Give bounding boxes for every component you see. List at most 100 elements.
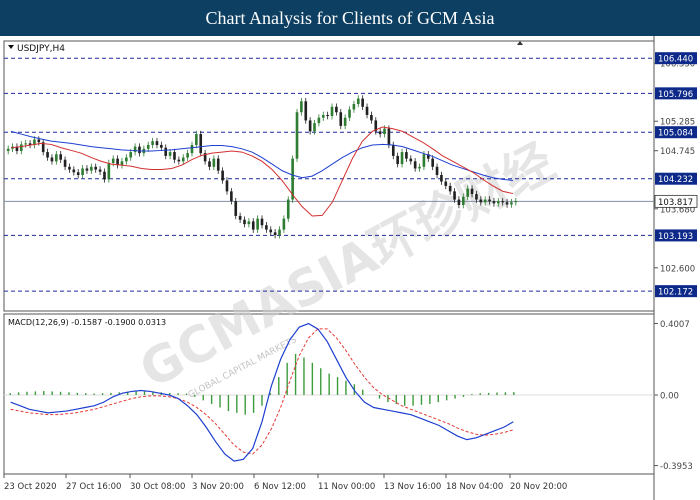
candle-body	[492, 201, 496, 204]
candle-body	[260, 218, 264, 226]
candle-body	[251, 221, 255, 230]
candle-body	[418, 166, 421, 169]
candle-body	[422, 154, 426, 167]
candle-body	[501, 201, 504, 203]
candle-body	[173, 152, 176, 160]
candle-body	[247, 221, 251, 225]
candle-body	[46, 152, 49, 158]
candle-body	[409, 158, 413, 162]
candle-body	[103, 171, 106, 180]
candle-body	[352, 104, 356, 110]
candle-body	[81, 168, 84, 175]
level-label: 102.172	[658, 288, 693, 298]
price-panel-title: USDJPY,H4	[17, 44, 65, 54]
candle-body	[313, 123, 316, 132]
candle-body	[6, 148, 10, 151]
macd-panel-title: MACD(12,26,9) -0.1587 -0.1900 0.0313	[8, 318, 166, 327]
candle-body	[190, 144, 194, 154]
usdjpy-chart: GCMASIA环珍财经 GLOBAL CAPITAL MARKETS 106.3…	[3, 36, 698, 500]
level-label: 105.796	[658, 90, 693, 100]
candle-body	[391, 144, 395, 156]
time-tick-label: 27 Oct 16:00	[66, 482, 121, 492]
candle-body	[98, 169, 102, 172]
candle-body	[138, 146, 141, 154]
candle-body	[216, 158, 220, 171]
candle-body	[94, 166, 98, 170]
candle-body	[195, 134, 198, 145]
macd-tick-label: -0.3953	[660, 462, 693, 472]
candle-body	[129, 152, 133, 158]
macd-tick-label: 0.4007	[660, 320, 690, 330]
candle-body	[212, 158, 216, 167]
candle-body	[63, 159, 67, 167]
candle-body	[55, 154, 58, 162]
time-tick-label: 3 Nov 20:00	[192, 482, 244, 492]
candle-body	[444, 181, 448, 186]
candle-body	[155, 141, 159, 145]
candle-body	[466, 188, 469, 197]
candle-body	[308, 120, 312, 132]
candle-body	[378, 131, 382, 135]
candle-body	[365, 106, 369, 115]
page-title: Chart Analysis for Clients of GCM Asia	[0, 0, 700, 36]
current-price-label: 103.817	[658, 198, 693, 208]
candle-body	[383, 128, 386, 135]
candle-body	[370, 114, 373, 121]
candle-body	[356, 98, 360, 105]
candle-body	[295, 112, 299, 159]
time-tick-label: 13 Nov 16:00	[384, 482, 441, 492]
candle-body	[85, 168, 89, 171]
candle-body	[413, 161, 417, 169]
candle-body	[68, 166, 71, 170]
candle-body	[168, 152, 172, 156]
candle-body	[72, 169, 76, 173]
candle-body	[164, 147, 168, 156]
candle-body	[125, 157, 128, 162]
candle-body	[50, 157, 54, 162]
candle-body	[111, 158, 115, 163]
candle-body	[400, 152, 404, 165]
candle-body	[453, 191, 456, 200]
candle-body	[146, 144, 150, 149]
candle-body	[457, 199, 461, 206]
candle-body	[431, 158, 434, 167]
candle-body	[496, 201, 500, 204]
candle-body	[278, 229, 281, 236]
time-tick-label: 18 Nov 04:00	[446, 482, 503, 492]
candle-body	[348, 109, 351, 118]
candle-body	[435, 166, 439, 175]
candle-body	[361, 98, 364, 107]
candle-body	[479, 199, 483, 203]
level-price-labels: 106.440 105.796 105.084 104.232 103.193 102.1…	[654, 52, 698, 298]
candle-body	[107, 162, 111, 180]
candle-body	[304, 101, 308, 121]
candle-body	[177, 159, 181, 162]
level-label: 106.440	[658, 55, 693, 65]
candle-body	[151, 141, 154, 145]
candle-body	[59, 154, 63, 160]
candle-body	[256, 218, 259, 230]
candle-body	[230, 191, 233, 202]
candle-body	[461, 196, 465, 206]
level-label: 103.193	[658, 232, 693, 242]
candle-body	[339, 112, 343, 126]
candle-body	[405, 152, 408, 159]
time-tick-label: 30 Oct 08:00	[130, 482, 185, 492]
candle-body	[273, 232, 277, 236]
candle-body	[286, 199, 290, 219]
level-label: 105.084	[658, 129, 693, 139]
candle-body	[396, 155, 399, 165]
candle-body	[24, 143, 28, 145]
candle-body	[330, 106, 334, 117]
time-tick-label: 23 Oct 2020	[4, 482, 57, 492]
candle-body	[120, 161, 124, 166]
price-tick-label: 102.600	[660, 264, 695, 274]
candle-body	[510, 202, 513, 205]
candle-body	[20, 144, 23, 151]
level-label: 104.232	[658, 175, 693, 185]
candle-body	[160, 144, 163, 148]
candle-body	[265, 225, 268, 230]
candle-body	[475, 194, 478, 200]
time-tick-label: 20 Nov 20:00	[510, 482, 567, 492]
candle-body	[269, 229, 273, 233]
